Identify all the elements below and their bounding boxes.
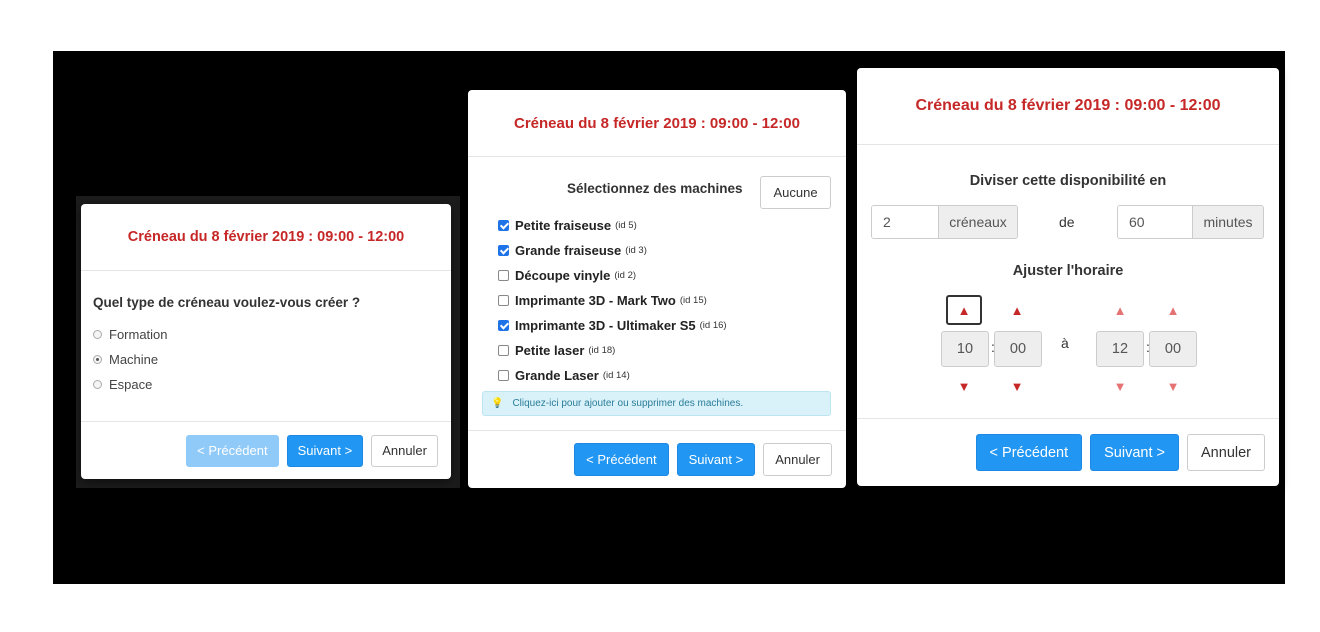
machine-name: Imprimante 3D - Ultimaker S5: [515, 318, 696, 333]
next-button[interactable]: Suivant >: [1090, 434, 1180, 471]
machine-id: (id 16): [699, 320, 727, 331]
start-hour-field[interactable]: 10: [941, 331, 989, 367]
start-minute-field[interactable]: 00: [994, 331, 1042, 367]
cancel-button[interactable]: Annuler: [763, 443, 832, 476]
dialog-title: Créneau du 8 février 2019 : 09:00 - 12:0…: [915, 97, 1221, 114]
dialog-header: Créneau du 8 février 2019 : 09:00 - 12:0…: [468, 90, 846, 157]
machine-item[interactable]: Grande fraiseuse (id 3): [498, 238, 727, 263]
cancel-button[interactable]: Annuler: [371, 434, 438, 467]
machine-name: Petite fraiseuse: [515, 218, 612, 233]
machine-id: (id 18): [588, 345, 616, 356]
machine-item[interactable]: Petite laser (id 18): [498, 338, 727, 363]
start-minute-up-icon[interactable]: ▲: [999, 295, 1035, 325]
end-minute-up-icon[interactable]: ▲: [1155, 295, 1191, 325]
slots-unit-addon: créneaux: [938, 206, 1017, 238]
machine-list: Petite fraiseuse (id 5) Grande fraiseuse…: [498, 213, 727, 388]
slots-input-group: 2 créneaux: [871, 205, 1018, 239]
minutes-input[interactable]: 60: [1118, 206, 1192, 238]
start-hour-down-icon[interactable]: ▼: [946, 371, 982, 401]
machine-name: Grande Laser: [515, 368, 599, 383]
machine-item[interactable]: Grande Laser (id 14): [498, 363, 727, 388]
dialog-footer: < Précédent Suivant > Annuler: [81, 421, 451, 479]
end-minute-field[interactable]: 00: [1149, 331, 1197, 367]
manage-machines-link[interactable]: 💡 Cliquez-ici pour ajouter ou supprimer …: [482, 391, 831, 416]
checkbox-checked[interactable]: [498, 220, 509, 231]
checkbox-checked[interactable]: [498, 320, 509, 331]
lightbulb-icon: 💡: [491, 398, 504, 409]
next-button[interactable]: Suivant >: [286, 434, 364, 467]
machine-id: (id 2): [614, 270, 637, 281]
checkbox[interactable]: [498, 370, 509, 381]
select-machines-label: Sélectionnez des machines: [567, 181, 743, 196]
machine-id: (id 14): [602, 370, 630, 381]
radio-label: Formation: [109, 327, 168, 342]
radio-circle[interactable]: [93, 380, 102, 389]
machine-item[interactable]: Imprimante 3D - Ultimaker S5 (id 16): [498, 313, 727, 338]
radio-machine[interactable]: Machine: [93, 347, 439, 372]
dialog-footer: < Précédent Suivant > Annuler: [857, 418, 1279, 486]
start-hour-up-icon[interactable]: ▲: [946, 295, 982, 325]
minutes-unit-addon: minutes: [1192, 206, 1263, 238]
start-minute-down-icon[interactable]: ▼: [999, 371, 1035, 401]
previous-button[interactable]: < Précédent: [975, 434, 1083, 471]
end-hour-field[interactable]: 12: [1096, 331, 1144, 367]
checkbox-checked[interactable]: [498, 245, 509, 256]
slots-count-input[interactable]: 2: [872, 206, 938, 238]
radio-circle-checked[interactable]: [93, 355, 102, 364]
end-hour-up-icon[interactable]: ▲: [1102, 295, 1138, 325]
previous-button[interactable]: < Précédent: [574, 443, 669, 476]
to-label: à: [1061, 335, 1069, 351]
dialog-header: Créneau du 8 février 2019 : 09:00 - 12:0…: [857, 68, 1279, 145]
checkbox[interactable]: [498, 345, 509, 356]
radio-label: Machine: [109, 352, 159, 367]
next-button[interactable]: Suivant >: [676, 443, 756, 476]
of-label: de: [1059, 214, 1075, 230]
dialog-header: Créneau du 8 février 2019 : 09:00 - 12:0…: [81, 204, 451, 271]
checkbox[interactable]: [498, 270, 509, 281]
machine-name: Découpe vinyle: [515, 268, 611, 283]
radio-formation[interactable]: Formation: [93, 322, 439, 347]
dialog-title: Créneau du 8 février 2019 : 09:00 - 12:0…: [127, 229, 405, 245]
previous-button[interactable]: < Précédent: [186, 434, 279, 467]
machine-id: (id 15): [679, 295, 707, 306]
adjust-time-label: Ajuster l'horaire: [1012, 263, 1124, 279]
split-slot-dialog: Créneau du 8 février 2019 : 09:00 - 12:0…: [857, 68, 1279, 486]
select-none-button[interactable]: Aucune: [760, 176, 831, 209]
manage-machines-text: Cliquez-ici pour ajouter ou supprimer de…: [512, 398, 744, 409]
slot-type-dialog: Créneau du 8 février 2019 : 09:00 - 12:0…: [81, 204, 451, 479]
machine-name: Grande fraiseuse: [515, 243, 622, 258]
machine-selection-dialog: Créneau du 8 février 2019 : 09:00 - 12:0…: [468, 90, 846, 488]
machine-item[interactable]: Découpe vinyle (id 2): [498, 263, 727, 288]
machine-item[interactable]: Imprimante 3D - Mark Two (id 15): [498, 288, 727, 313]
machine-name: Imprimante 3D - Mark Two: [515, 293, 676, 308]
dialog-footer: < Précédent Suivant > Annuler: [468, 430, 846, 488]
machine-id: (id 5): [615, 220, 637, 231]
cancel-button[interactable]: Annuler: [1187, 434, 1265, 471]
radio-circle[interactable]: [93, 330, 102, 339]
machine-id: (id 3): [625, 245, 647, 256]
dialog-title: Créneau du 8 février 2019 : 09:00 - 12:0…: [514, 114, 800, 132]
divide-label: Diviser cette disponibilité en: [969, 173, 1167, 189]
machine-name: Petite laser: [515, 343, 585, 358]
checkbox[interactable]: [498, 295, 509, 306]
end-minute-down-icon[interactable]: ▼: [1155, 371, 1191, 401]
end-hour-down-icon[interactable]: ▼: [1102, 371, 1138, 401]
radio-espace[interactable]: Espace: [93, 372, 439, 397]
machine-item[interactable]: Petite fraiseuse (id 5): [498, 213, 727, 238]
slot-type-question: Quel type de créneau voulez-vous créer ?: [93, 295, 361, 310]
minutes-input-group: 60 minutes: [1117, 205, 1264, 239]
radio-label: Espace: [109, 377, 153, 392]
dialog-body: Quel type de créneau voulez-vous créer ?…: [81, 271, 451, 397]
